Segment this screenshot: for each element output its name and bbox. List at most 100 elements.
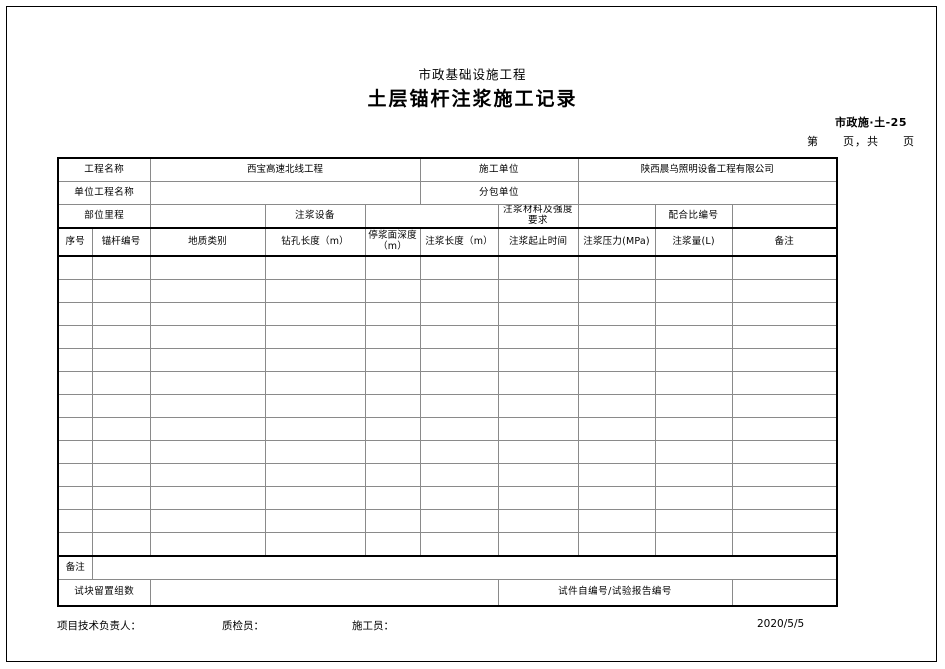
- cell-r5-c5[interactable]: [364, 348, 421, 372]
- value-subcontractor[interactable]: [577, 181, 838, 205]
- cell-r7-c4[interactable]: [264, 394, 366, 418]
- cell-r1-c9[interactable]: [654, 255, 733, 280]
- value-sample-groups[interactable]: [149, 579, 499, 607]
- cell-r10-c8[interactable]: [577, 463, 656, 487]
- cell-r4-c1[interactable]: [57, 325, 93, 349]
- cell-r10-c6[interactable]: [419, 463, 499, 487]
- value-project-name[interactable]: 西宝高速北线工程: [149, 157, 421, 182]
- cell-r8-c5[interactable]: [364, 417, 421, 441]
- cell-r5-c3[interactable]: [149, 348, 266, 372]
- cell-r13-c9[interactable]: [654, 532, 733, 557]
- cell-r2-c8[interactable]: [577, 279, 656, 303]
- cell-r8-c6[interactable]: [419, 417, 499, 441]
- cell-r1-c8[interactable]: [577, 255, 656, 280]
- cell-r11-c8[interactable]: [577, 486, 656, 510]
- cell-r8-c4[interactable]: [264, 417, 366, 441]
- cell-r11-c5[interactable]: [364, 486, 421, 510]
- cell-r2-c3[interactable]: [149, 279, 266, 303]
- cell-r6-c8[interactable]: [577, 371, 656, 395]
- cell-r12-c2[interactable]: [91, 509, 151, 533]
- cell-r12-c9[interactable]: [654, 509, 733, 533]
- value-sample-code[interactable]: [731, 579, 838, 607]
- cell-r6-c4[interactable]: [264, 371, 366, 395]
- value-unit-project-name[interactable]: [149, 181, 421, 205]
- cell-r9-c5[interactable]: [364, 440, 421, 464]
- cell-r13-c7[interactable]: [497, 532, 579, 557]
- cell-r6-c10[interactable]: [731, 371, 838, 395]
- cell-r5-c7[interactable]: [497, 348, 579, 372]
- cell-r10-c9[interactable]: [654, 463, 733, 487]
- cell-r5-c8[interactable]: [577, 348, 656, 372]
- cell-r1-c10[interactable]: [731, 255, 838, 280]
- cell-r3-c9[interactable]: [654, 302, 733, 326]
- cell-r4-c8[interactable]: [577, 325, 656, 349]
- cell-r12-c1[interactable]: [57, 509, 93, 533]
- cell-r13-c4[interactable]: [264, 532, 366, 557]
- cell-r4-c4[interactable]: [264, 325, 366, 349]
- cell-r5-c6[interactable]: [419, 348, 499, 372]
- cell-r12-c4[interactable]: [264, 509, 366, 533]
- cell-r13-c1[interactable]: [57, 532, 93, 557]
- cell-r10-c3[interactable]: [149, 463, 266, 487]
- value-grouting-material[interactable]: [577, 204, 656, 229]
- cell-r9-c10[interactable]: [731, 440, 838, 464]
- cell-r1-c7[interactable]: [497, 255, 579, 280]
- cell-r6-c2[interactable]: [91, 371, 151, 395]
- cell-r10-c4[interactable]: [264, 463, 366, 487]
- cell-r12-c5[interactable]: [364, 509, 421, 533]
- cell-r13-c5[interactable]: [364, 532, 421, 557]
- cell-r10-c10[interactable]: [731, 463, 838, 487]
- cell-r9-c9[interactable]: [654, 440, 733, 464]
- cell-r3-c6[interactable]: [419, 302, 499, 326]
- cell-r5-c2[interactable]: [91, 348, 151, 372]
- value-remark[interactable]: [91, 555, 838, 580]
- cell-r9-c1[interactable]: [57, 440, 93, 464]
- cell-r8-c9[interactable]: [654, 417, 733, 441]
- cell-r7-c10[interactable]: [731, 394, 838, 418]
- cell-r9-c8[interactable]: [577, 440, 656, 464]
- cell-r9-c2[interactable]: [91, 440, 151, 464]
- cell-r5-c10[interactable]: [731, 348, 838, 372]
- cell-r4-c6[interactable]: [419, 325, 499, 349]
- cell-r2-c4[interactable]: [264, 279, 366, 303]
- cell-r13-c2[interactable]: [91, 532, 151, 557]
- cell-r3-c1[interactable]: [57, 302, 93, 326]
- cell-r3-c5[interactable]: [364, 302, 421, 326]
- cell-r11-c9[interactable]: [654, 486, 733, 510]
- cell-r1-c5[interactable]: [364, 255, 421, 280]
- cell-r4-c3[interactable]: [149, 325, 266, 349]
- cell-r8-c2[interactable]: [91, 417, 151, 441]
- cell-r1-c4[interactable]: [264, 255, 366, 280]
- cell-r9-c6[interactable]: [419, 440, 499, 464]
- cell-r2-c1[interactable]: [57, 279, 93, 303]
- cell-r11-c10[interactable]: [731, 486, 838, 510]
- cell-r13-c6[interactable]: [419, 532, 499, 557]
- cell-r7-c2[interactable]: [91, 394, 151, 418]
- cell-r3-c10[interactable]: [731, 302, 838, 326]
- cell-r6-c1[interactable]: [57, 371, 93, 395]
- cell-r8-c3[interactable]: [149, 417, 266, 441]
- cell-r1-c6[interactable]: [419, 255, 499, 280]
- cell-r10-c7[interactable]: [497, 463, 579, 487]
- cell-r7-c3[interactable]: [149, 394, 266, 418]
- cell-r11-c2[interactable]: [91, 486, 151, 510]
- cell-r8-c7[interactable]: [497, 417, 579, 441]
- cell-r4-c10[interactable]: [731, 325, 838, 349]
- cell-r4-c2[interactable]: [91, 325, 151, 349]
- cell-r12-c7[interactable]: [497, 509, 579, 533]
- cell-r13-c10[interactable]: [731, 532, 838, 557]
- cell-r6-c5[interactable]: [364, 371, 421, 395]
- cell-r5-c4[interactable]: [264, 348, 366, 372]
- cell-r8-c1[interactable]: [57, 417, 93, 441]
- cell-r3-c4[interactable]: [264, 302, 366, 326]
- cell-r2-c7[interactable]: [497, 279, 579, 303]
- cell-r5-c9[interactable]: [654, 348, 733, 372]
- cell-r9-c7[interactable]: [497, 440, 579, 464]
- value-grouting-equipment[interactable]: [364, 204, 499, 229]
- cell-r2-c2[interactable]: [91, 279, 151, 303]
- cell-r4-c9[interactable]: [654, 325, 733, 349]
- cell-r7-c9[interactable]: [654, 394, 733, 418]
- cell-r12-c10[interactable]: [731, 509, 838, 533]
- cell-r3-c3[interactable]: [149, 302, 266, 326]
- cell-r10-c1[interactable]: [57, 463, 93, 487]
